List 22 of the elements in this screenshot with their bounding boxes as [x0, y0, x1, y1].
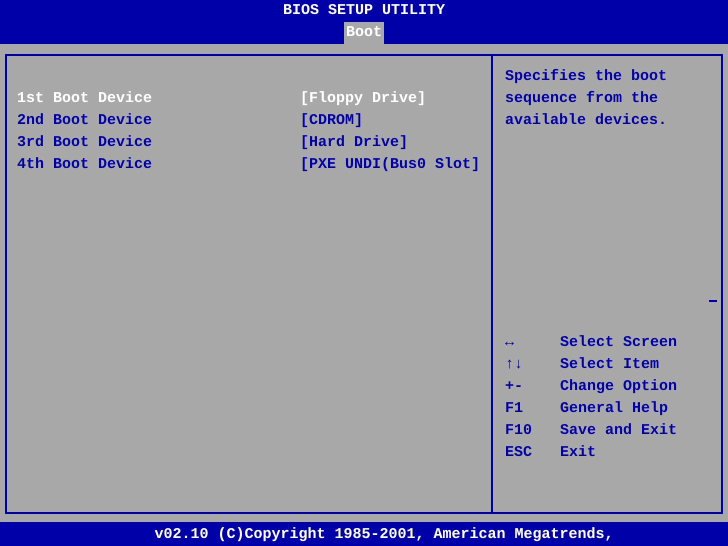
key-label: ↔	[505, 333, 516, 353]
setting-label[interactable]: 4th Boot Device	[17, 154, 300, 176]
key-label: ESC	[505, 443, 534, 463]
key-action: Select Item	[560, 355, 660, 375]
window-title: BIOS SETUP UTILITY	[282, 1, 446, 21]
setting-value[interactable]: [CDROM]	[300, 110, 364, 132]
setting-value[interactable]: [PXE UNDI(Bus0 Slot]	[300, 154, 480, 176]
copyright-text: v02.10 (C)Copyright 1985-2001, American Megatrends,	[154, 526, 614, 542]
key-label: +-	[505, 377, 524, 397]
key-label: ↑↓	[505, 355, 524, 375]
help-text: Specifies the boot sequence from the available devices.	[505, 67, 668, 131]
key-action: Select Screen	[560, 333, 678, 353]
key-action: Exit	[560, 443, 596, 463]
setting-value[interactable]: [Hard Drive]	[300, 132, 408, 154]
key-label: F10	[505, 421, 534, 441]
setting-label[interactable]: 2nd Boot Device	[17, 110, 300, 132]
key-action: Save and Exit	[560, 421, 678, 441]
key-action: General Help	[560, 399, 668, 419]
key-action: Change Option	[560, 377, 678, 397]
key-label: F1	[505, 399, 524, 419]
setting-label[interactable]: 3rd Boot Device	[17, 132, 300, 154]
scroll-indicator	[709, 300, 717, 302]
